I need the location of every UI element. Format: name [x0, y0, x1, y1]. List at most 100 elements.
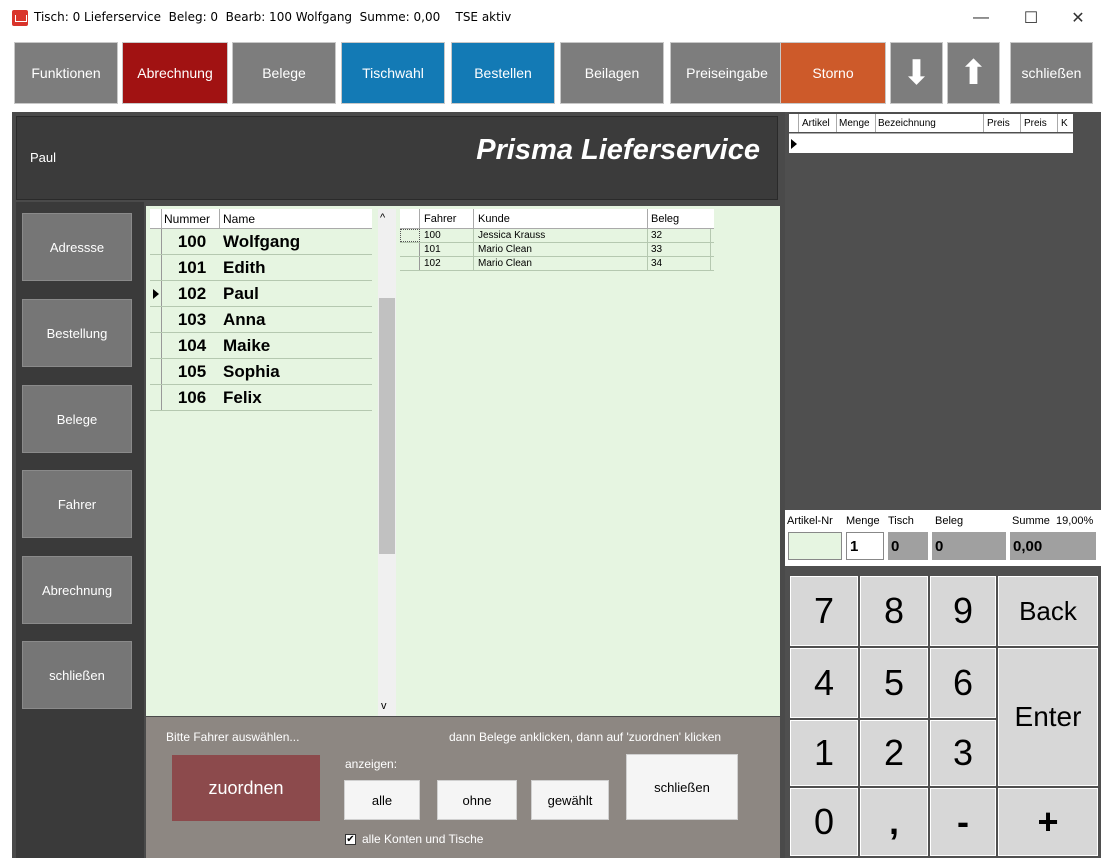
col-bezeichnung[interactable]: Bezeichnung [878, 114, 984, 132]
key-5[interactable]: 5 [860, 648, 928, 718]
filter-ohne-button[interactable]: ohne [437, 780, 517, 820]
driver-row[interactable]: 104 Maike [150, 333, 372, 359]
receipt-fahrer: 101 [424, 243, 474, 256]
key-enter[interactable]: Enter [998, 648, 1098, 786]
col-fahrer[interactable]: Fahrer [424, 209, 474, 228]
artikel-nr-field[interactable] [788, 532, 842, 560]
driver-row[interactable]: 101 Edith [150, 255, 372, 281]
driver-name: Felix [223, 387, 262, 407]
sidebar-item-belege[interactable]: Belege [22, 385, 132, 453]
sidebar-item-bestellung[interactable]: Bestellung [22, 299, 132, 367]
key-back[interactable]: Back [998, 576, 1098, 646]
schliessen-toolbar-button[interactable]: schließen [1010, 42, 1093, 104]
driver-row[interactable]: 105 Sophia [150, 359, 372, 385]
row-selector[interactable] [150, 385, 162, 410]
key-0[interactable]: 0 [790, 788, 858, 856]
minimize-button[interactable]: — [958, 4, 1004, 32]
col-artikel[interactable]: Artikel [802, 114, 837, 132]
alle-konten-checkbox[interactable]: ✔ [345, 834, 356, 845]
belege-button[interactable]: Belege [232, 42, 336, 104]
anzeigen-label: anzeigen: [345, 757, 398, 771]
filter-gewaehlt-button[interactable]: gewählt [531, 780, 609, 820]
receipt-beleg: 34 [651, 257, 711, 270]
maximize-button[interactable]: ☐ [1008, 4, 1054, 32]
key-4[interactable]: 4 [790, 648, 858, 718]
key-7[interactable]: 7 [790, 576, 858, 646]
beilagen-button[interactable]: Beilagen [560, 42, 664, 104]
row-selector[interactable] [150, 229, 162, 254]
col-nummer[interactable]: Nummer [164, 209, 220, 228]
driver-number: 100 [177, 231, 207, 251]
col-preis-1[interactable]: Preis [987, 114, 1021, 132]
row-selector[interactable] [150, 359, 162, 384]
zuordnen-button[interactable]: zuordnen [172, 755, 320, 821]
driver-row[interactable]: 103 Anna [150, 307, 372, 333]
key-minus[interactable]: - [930, 788, 996, 856]
menge-field[interactable]: 1 [846, 532, 884, 560]
receipt-row[interactable]: 101 Mario Clean 33 [400, 243, 714, 257]
col-kunde[interactable]: Kunde [478, 209, 648, 228]
arrow-up-icon[interactable]: ⬆ [947, 42, 1000, 104]
row-selector[interactable] [150, 255, 162, 280]
bestellen-button[interactable]: Bestellen [451, 42, 555, 104]
order-grid-new-row[interactable] [789, 133, 1073, 153]
hint-assign: dann Belege anklicken, dann auf 'zuordne… [449, 730, 722, 744]
preiseingabe-button[interactable]: Preiseingabe [670, 42, 784, 104]
abrechnung-button[interactable]: Abrechnung [122, 42, 228, 104]
label-summe: Summe [1012, 515, 1050, 527]
driver-number: 104 [177, 335, 207, 355]
receipt-beleg: 33 [651, 243, 711, 256]
sidebar-item-schliessen[interactable]: schließen [22, 641, 132, 709]
col-preis-2[interactable]: Preis [1024, 114, 1058, 132]
row-selector[interactable] [150, 333, 162, 358]
driver-name: Edith [223, 257, 266, 277]
sidebar-item-abrechnung[interactable]: Abrechnung [22, 556, 132, 624]
driver-number: 101 [177, 257, 207, 277]
driver-name: Anna [223, 309, 266, 329]
col-k[interactable]: K [1061, 114, 1073, 132]
label-tax-rate: 19,00% [1056, 515, 1094, 527]
sidebar-item-fahrer[interactable]: Fahrer [22, 470, 132, 538]
receipt-row[interactable]: 100 Jessica Krauss 32 [400, 229, 714, 243]
scroll-down-icon[interactable]: v [381, 700, 387, 712]
funktionen-button[interactable]: Funktionen [14, 42, 118, 104]
receipt-kunde: Jessica Krauss [478, 229, 648, 242]
key-9[interactable]: 9 [930, 576, 996, 646]
receipt-fahrer: 102 [424, 257, 474, 270]
scroll-up-icon[interactable]: ^ [380, 212, 385, 224]
driver-row[interactable]: 106 Felix [150, 385, 372, 411]
window-title: Tisch: 0 Lieferservice Beleg: 0 Bearb: 1… [34, 10, 512, 24]
close-button[interactable]: ✕ [1055, 4, 1101, 32]
schliessen-bottom-button[interactable]: schließen [626, 754, 738, 820]
receipt-row[interactable]: 102 Mario Clean 34 [400, 257, 714, 271]
filter-alle-button[interactable]: alle [344, 780, 420, 820]
row-selector[interactable] [400, 257, 420, 270]
key-2[interactable]: 2 [860, 720, 928, 786]
key-1[interactable]: 1 [790, 720, 858, 786]
driver-name: Sophia [223, 361, 280, 381]
key-8[interactable]: 8 [860, 576, 928, 646]
storno-button[interactable]: Storno [780, 42, 886, 104]
key-plus[interactable]: + [998, 788, 1098, 856]
drivers-scroll-thumb[interactable] [379, 298, 395, 554]
driver-row[interactable]: 100 Wolfgang [150, 229, 372, 255]
row-selector[interactable] [400, 243, 420, 256]
row-selector[interactable] [150, 307, 162, 332]
key-comma[interactable]: , [860, 788, 928, 856]
row-pointer-icon [152, 288, 159, 299]
summe-field: 0,00 [1010, 532, 1096, 560]
col-menge[interactable]: Menge [839, 114, 876, 132]
col-name[interactable]: Name [223, 209, 255, 228]
driver-row[interactable]: 102 Paul [150, 281, 372, 307]
col-beleg[interactable]: Beleg [651, 209, 679, 228]
key-3[interactable]: 3 [930, 720, 996, 786]
receipt-beleg: 32 [651, 229, 711, 242]
arrow-down-icon[interactable]: ⬇ [890, 42, 943, 104]
tisch-field: 0 [888, 532, 928, 560]
tischwahl-button[interactable]: Tischwahl [341, 42, 445, 104]
sidebar-item-adresse[interactable]: Adressse [22, 213, 132, 281]
row-selector[interactable] [400, 229, 420, 242]
key-6[interactable]: 6 [930, 648, 996, 718]
driver-name: Paul [223, 283, 259, 303]
row-selector[interactable] [150, 281, 162, 306]
